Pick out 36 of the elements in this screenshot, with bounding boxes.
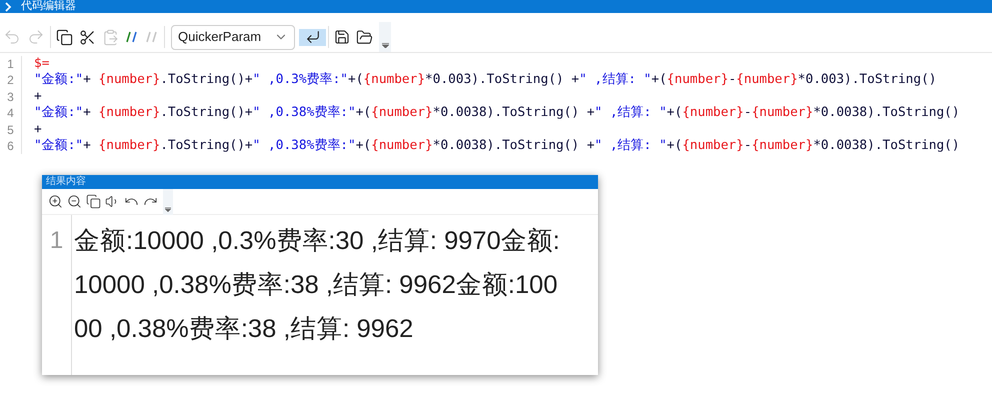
scissors-icon xyxy=(79,28,96,46)
zoom-out-icon xyxy=(67,194,82,209)
copy-icon xyxy=(56,28,73,46)
line-number: 4 xyxy=(7,105,14,122)
result-text: 金额:10000 ,0.3%费率:30 ,结算: 9970金额:10000 ,0.38%费率:38 ,结算: 9962金额:10000 ,0.38%费率:38 ,结算: 9962 xyxy=(74,226,561,345)
line-number: 5 xyxy=(7,122,14,138)
overflow-icon xyxy=(382,43,388,48)
line-number: 3 xyxy=(7,88,14,106)
word-wrap-button[interactable] xyxy=(299,28,326,46)
code-line: "金额:"+ {number}.ToString()+" ,0.38%费率:"+({number}*0.0038).ToString() +" ,结算: "+({number}-{number}*0.0038).ToString() xyxy=(34,105,960,122)
code-line: $= xyxy=(34,56,50,72)
code-line: + xyxy=(34,122,42,138)
result-title: 结果内容 xyxy=(46,176,86,188)
copy-icon xyxy=(86,194,101,209)
zoom-in-icon xyxy=(48,194,63,209)
line-number: 6 xyxy=(7,138,14,154)
clipboard-icon xyxy=(102,28,119,46)
redo-icon xyxy=(27,28,45,46)
undo-icon xyxy=(3,28,21,46)
window-title: 代码编辑器 xyxy=(21,0,76,13)
overflow-button[interactable] xyxy=(379,22,391,52)
line-number: 1 xyxy=(50,226,64,256)
return-arrow-icon xyxy=(304,29,320,45)
code-line: "金额:"+ {number}.ToString()+" ,0.3%费率:"+({number}*0.003).ToString() +" ,结算: "+({number}-{number}*0.003).ToString() xyxy=(34,72,936,89)
line-number: 2 xyxy=(7,72,14,89)
slashes-icon xyxy=(145,31,159,43)
code-line: + xyxy=(34,88,42,106)
slashes-icon xyxy=(125,31,139,43)
code-line: "金额:"+ {number}.ToString()+" ,0.38%费率:"+({number}*0.0038).ToString() +" ,结算: "+({number}-{number}*0.0038).ToString() xyxy=(34,138,960,154)
folder-icon xyxy=(356,28,373,46)
param-select[interactable]: QuickerParam xyxy=(171,24,295,50)
copy-button[interactable] xyxy=(84,194,103,209)
floppy-icon xyxy=(334,29,350,45)
overflow-button[interactable] xyxy=(163,188,173,214)
line-number: 1 xyxy=(7,56,14,72)
overflow-icon xyxy=(165,206,171,212)
